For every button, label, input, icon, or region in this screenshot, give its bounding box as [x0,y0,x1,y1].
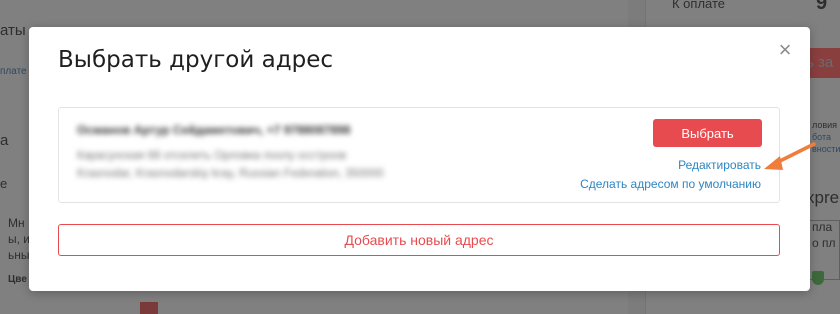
shield-icon [812,271,824,285]
set-default-address-link[interactable]: Сделать адресом по умолчанию [580,177,761,191]
address-card[interactable]: Османов Артур Сейдаметович, +7 978808789… [58,107,780,203]
background-fragment: xpre [806,188,840,207]
background-total-label: К оплате [672,0,726,11]
background-thumbnail [140,302,158,314]
address-city-line: Krasnodar, Krasnodarskiy kray, Russian F… [77,168,384,180]
background-fragment: е [0,176,8,191]
annotation-arrow-icon [764,142,816,170]
select-address-button[interactable]: Выбрать [653,119,762,147]
address-street-line: Карасунская 68 отселить Орловка поолу ос… [77,150,347,162]
modal-title: Выбрать другой адрес [58,47,334,73]
edit-address-link[interactable]: Редактировать [678,158,761,172]
background-fragment: ьны [8,248,30,262]
background-fragment: а [0,132,9,149]
background-fragment: плате [0,66,27,77]
address-recipient-name: Османов Артур Сейдаметович, +7 978808789… [77,123,351,137]
background-fragment: аты [0,22,26,39]
background-fragment: ы, и [8,232,30,246]
add-new-address-button[interactable]: Добавить новый адрес [58,224,780,256]
background-fragment: Цве [8,274,27,285]
background-fragment: ловия [812,120,838,130]
background-fragment: Мн [8,216,25,230]
background-total-value: 9 [816,0,828,14]
address-modal: Выбрать другой адрес × Османов Артур Сей… [29,27,810,291]
close-icon[interactable]: × [776,39,794,61]
